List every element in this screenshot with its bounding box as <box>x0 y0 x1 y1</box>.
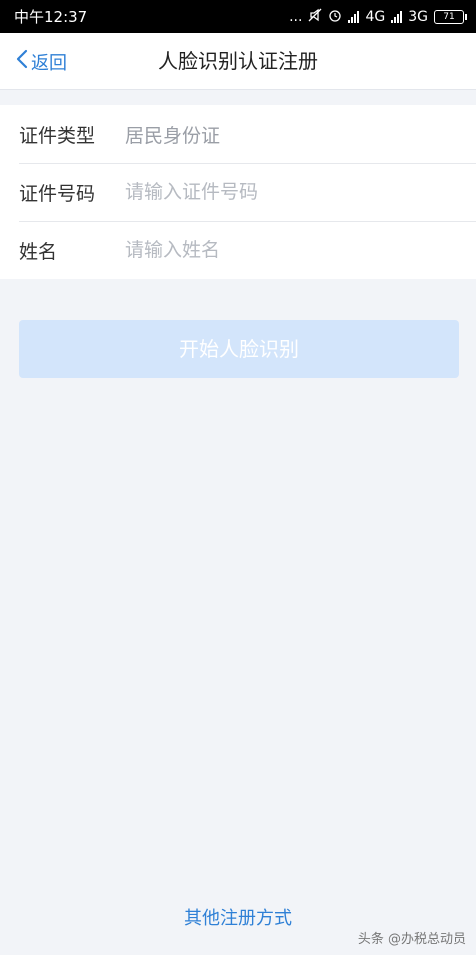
more-dots-icon: ... <box>289 8 303 25</box>
id-number-row: 证件号码 <box>0 163 476 221</box>
battery-icon: 71 <box>434 9 467 24</box>
name-label: 姓名 <box>19 240 58 263</box>
alarm-icon <box>328 8 342 26</box>
battery-level: 71 <box>443 11 455 22</box>
page-title: 人脸识别认证注册 <box>158 49 318 73</box>
status-bar: 中午12:37 ... 4G 3G 71 <box>0 0 476 33</box>
id-number-input[interactable] <box>125 181 445 203</box>
registration-form: 证件类型 居民身份证 证件号码 姓名 <box>0 105 476 279</box>
network-4g-label: 4G <box>365 8 386 25</box>
other-registration-link[interactable]: 其他注册方式 <box>0 904 476 930</box>
name-input[interactable] <box>125 239 445 261</box>
status-time: 中午12:37 <box>14 8 88 26</box>
name-row: 姓名 <box>0 221 476 279</box>
start-face-recognition-button[interactable]: 开始人脸识别 <box>19 320 459 378</box>
signal-3g-icon <box>391 10 403 23</box>
id-type-row[interactable]: 证件类型 居民身份证 <box>0 105 476 163</box>
mute-icon <box>308 8 322 26</box>
signal-4g-icon <box>348 10 360 23</box>
status-icons: ... 4G 3G 71 <box>289 8 467 26</box>
watermark: 头条 @办税总动员 <box>357 932 466 947</box>
id-type-value[interactable]: 居民身份证 <box>125 121 220 148</box>
nav-bar: 返回 人脸识别认证注册 <box>0 33 476 90</box>
id-type-label: 证件类型 <box>19 124 96 147</box>
network-3g-label: 3G <box>408 8 428 25</box>
id-number-label: 证件号码 <box>19 182 96 205</box>
